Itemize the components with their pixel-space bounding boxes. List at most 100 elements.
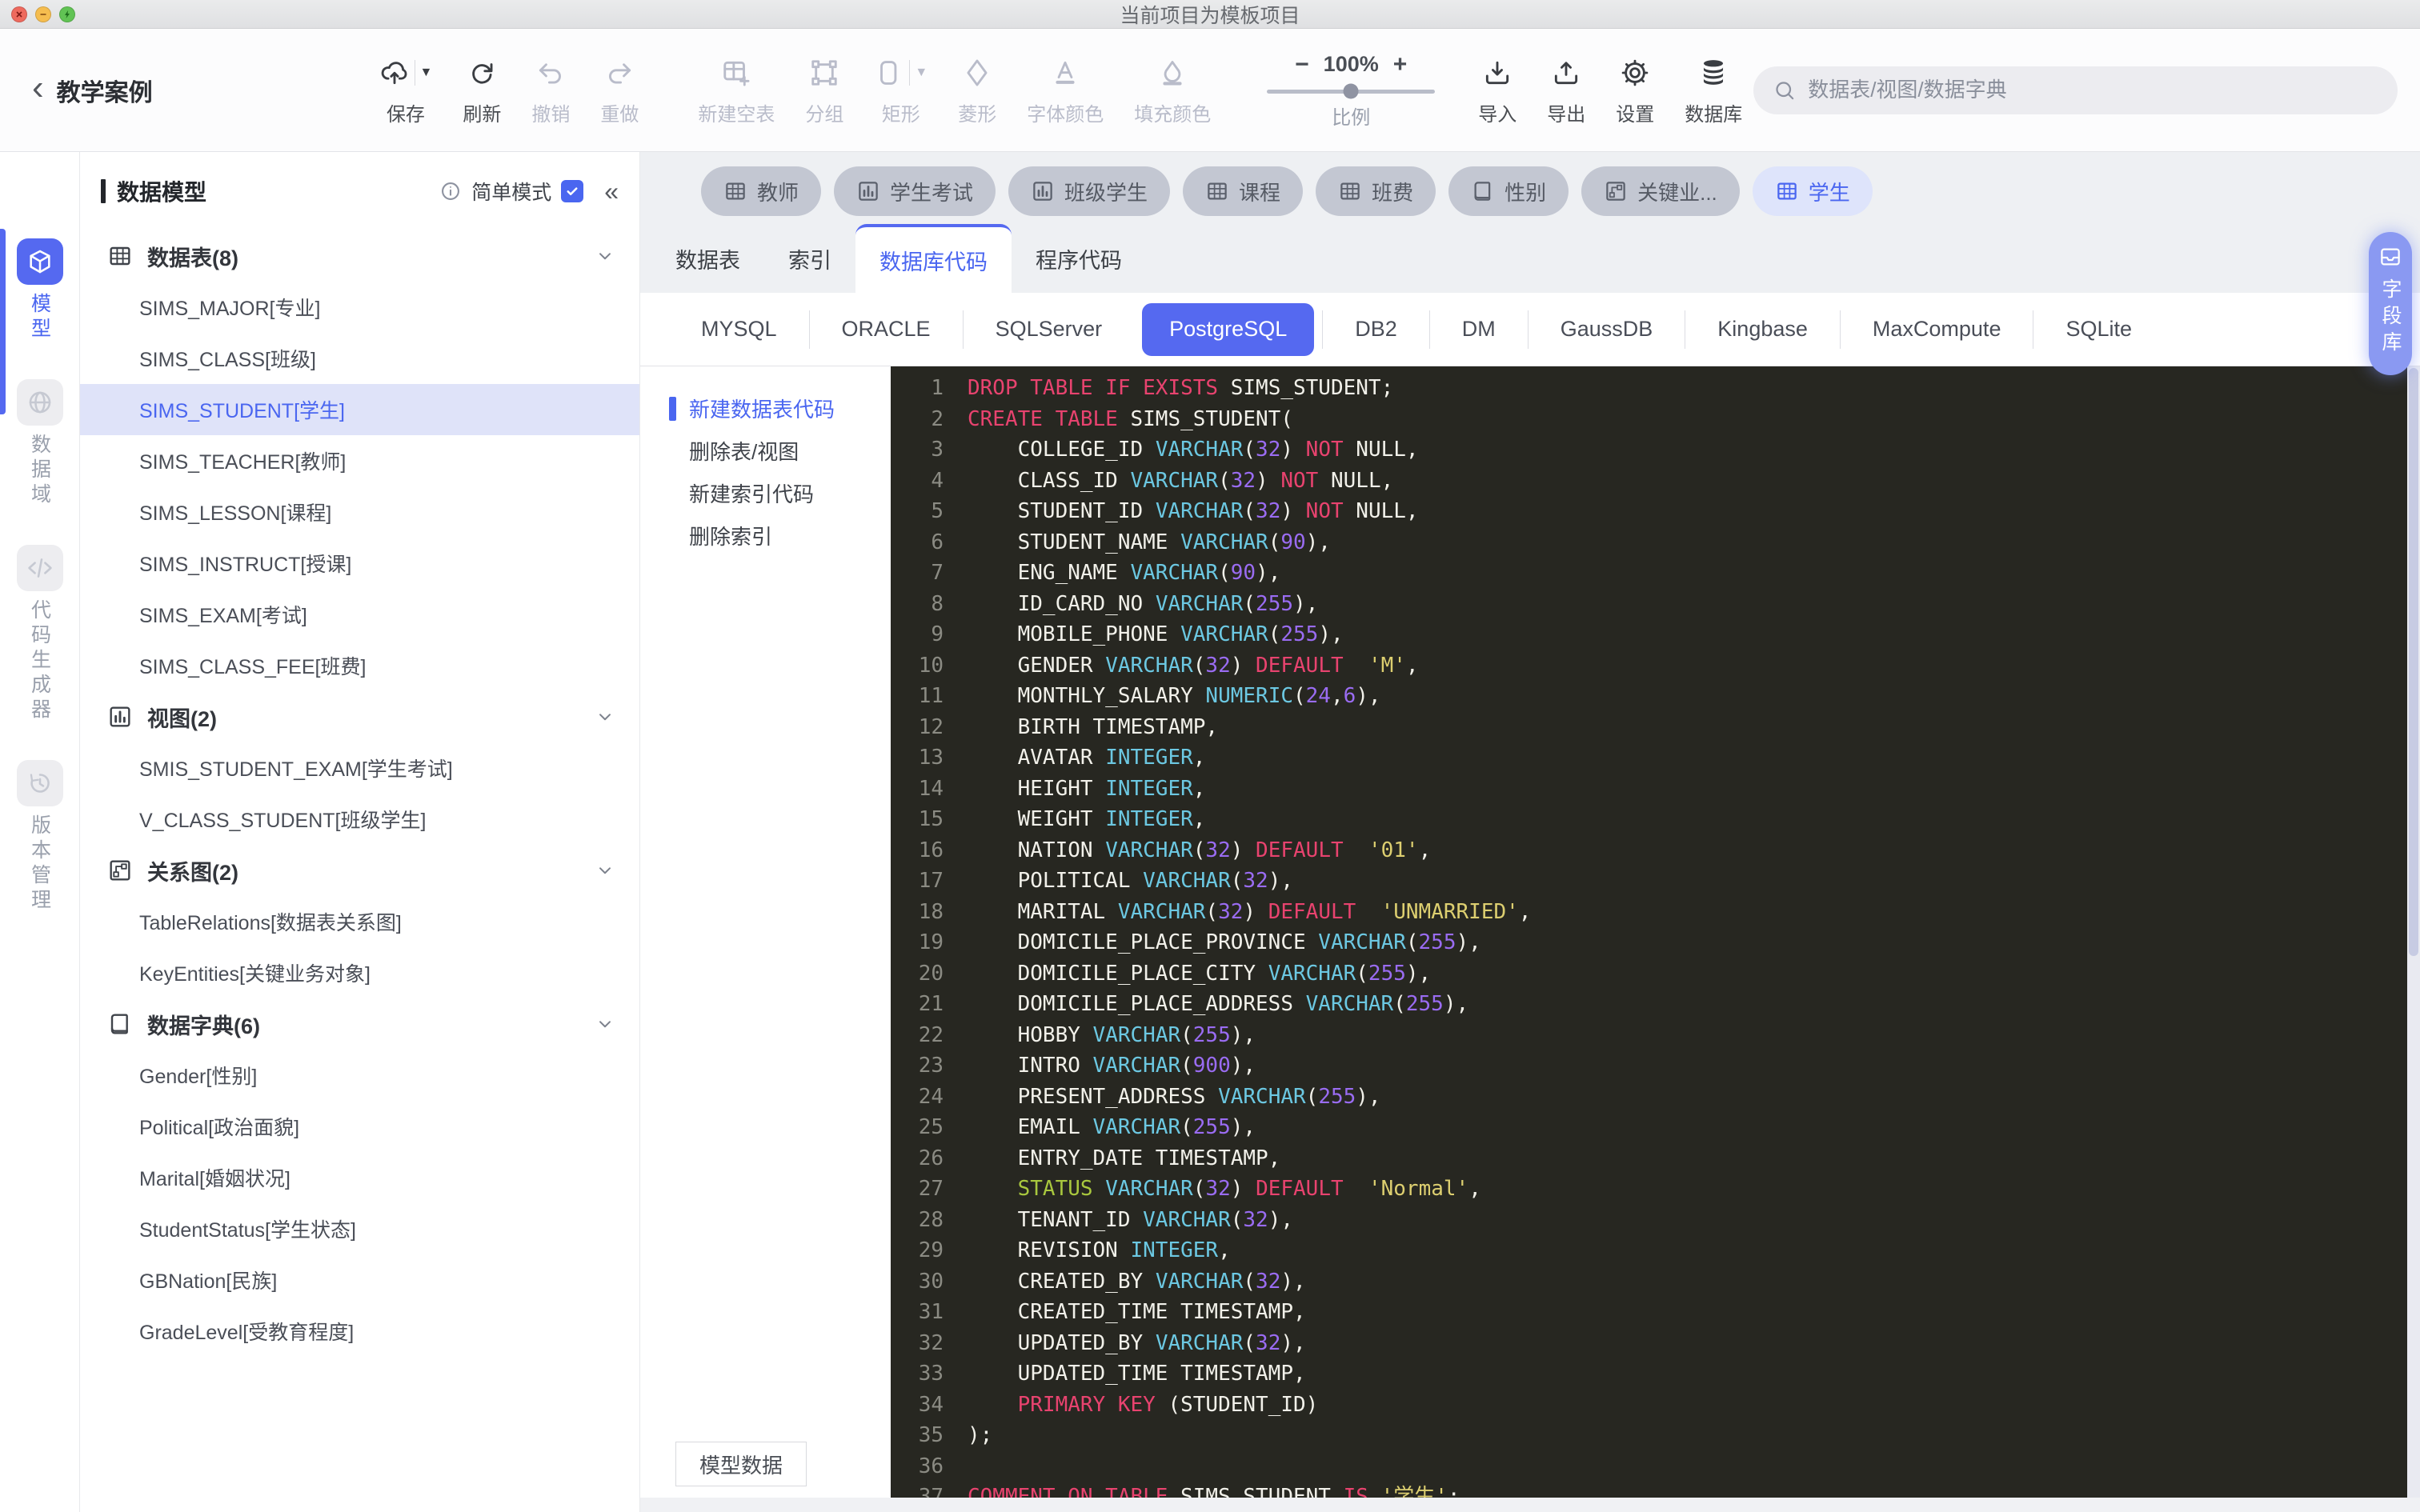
dialect-gaussdb[interactable]: GaussDB	[1527, 310, 1685, 349]
entity-tab-teacher[interactable]: 教师	[701, 166, 822, 216]
entity-tab-class-fee[interactable]: 班费	[1316, 166, 1436, 216]
group-button[interactable]: 分组	[794, 54, 855, 126]
sql-code-editor[interactable]: 1 DROP TABLE IF EXISTS SIMS_STUDENT; 2 CREA…	[891, 366, 2420, 1498]
settings-button[interactable]: 设置	[1605, 54, 1665, 126]
rail-item-model[interactable]: 模型	[0, 238, 79, 342]
tree-section-views[interactable]: 视图(2)	[80, 691, 639, 742]
chevron-down-icon[interactable]	[595, 860, 615, 881]
fill-color-label: 填充颜色	[1134, 104, 1212, 126]
tree-item[interactable]: SIMS_CLASS[班级]	[80, 333, 639, 384]
search-input[interactable]	[1808, 78, 2378, 102]
font-color-button[interactable]: 字体颜色	[1016, 54, 1115, 126]
entity-tab-key-entities[interactable]: 关键业...	[1581, 166, 1740, 216]
dialect-db2[interactable]: DB2	[1322, 310, 1429, 349]
tree-item[interactable]: Political[政治面貌]	[80, 1101, 639, 1152]
database-button[interactable]: 数据库	[1673, 54, 1753, 126]
code-line: 31 CREATED_TIME TIMESTAMP,	[891, 1297, 2420, 1328]
rail-item-version-management[interactable]: 版本管理	[0, 760, 79, 914]
editor-scrollbar[interactable]	[2407, 366, 2420, 1498]
back-button[interactable]: ‹ 教学案例	[32, 70, 368, 108]
refresh-button[interactable]: 刷新	[451, 54, 512, 126]
tree-item[interactable]: SIMS_EXAM[考试]	[80, 589, 639, 640]
save-button[interactable]: ▼ 保存	[368, 54, 444, 126]
entity-tab-label: 学生考试	[890, 180, 974, 205]
code-menu-drop-index[interactable]: 删除索引	[640, 514, 891, 557]
dialect-sqlite[interactable]: SQLite	[2033, 310, 2164, 349]
view-icon	[1031, 179, 1055, 203]
dialect-kingbase[interactable]: Kingbase	[1685, 310, 1840, 349]
zoom-out-button[interactable]: −	[1295, 51, 1309, 78]
new-empty-table-button[interactable]: 新建空表	[687, 54, 786, 126]
entity-tab-gender[interactable]: 性别	[1448, 166, 1569, 216]
export-button[interactable]: 导出	[1536, 54, 1597, 126]
tree-item[interactable]: SMIS_STUDENT_EXAM[学生考试]	[80, 742, 639, 794]
chevron-down-icon[interactable]	[595, 706, 615, 727]
tab-db-code[interactable]: 数据库代码	[855, 224, 1012, 293]
editor-scrollbar-thumb[interactable]	[2409, 368, 2418, 957]
entity-tab-class-student[interactable]: 班级学生	[1008, 166, 1171, 216]
bottom-strip	[640, 1498, 2420, 1512]
tree-section-relations[interactable]: 关系图(2)	[80, 845, 639, 896]
zoom-slider[interactable]	[1267, 83, 1436, 99]
line-number: 37	[918, 1485, 944, 1498]
import-button[interactable]: 导入	[1467, 54, 1528, 126]
entity-tab-lesson[interactable]: 课程	[1183, 166, 1304, 216]
simple-mode-checkbox[interactable]	[561, 180, 584, 202]
dropdown-caret-icon[interactable]: ▼	[420, 66, 433, 80]
tree-item[interactable]: SIMS_TEACHER[教师]	[80, 435, 639, 486]
field-library-button[interactable]: 字段库	[2369, 232, 2412, 375]
redo-button[interactable]: 重做	[589, 54, 650, 126]
table-icon	[107, 243, 133, 269]
dialect-maxcompute[interactable]: MaxCompute	[1839, 310, 2033, 349]
tree-item[interactable]: SIMS_STUDENT[学生]	[80, 384, 639, 435]
tree-item[interactable]: Gender[性别]	[80, 1050, 639, 1101]
tree-item[interactable]: V_CLASS_STUDENT[班级学生]	[80, 794, 639, 845]
zoom-in-button[interactable]: +	[1393, 51, 1408, 78]
code-line: 32 UPDATED_BY VARCHAR(32),	[891, 1328, 2420, 1359]
tree-item[interactable]: SIMS_INSTRUCT[授课]	[80, 538, 639, 589]
tab-index[interactable]: 索引	[764, 224, 855, 293]
code-menu-create-table-code[interactable]: 新建数据表代码	[640, 387, 891, 430]
tree-item[interactable]: StudentStatus[学生状态]	[80, 1203, 639, 1254]
tree-item[interactable]: TableRelations[数据表关系图]	[80, 896, 639, 947]
tree-item[interactable]: GBNation[民族]	[80, 1254, 639, 1306]
dialect-sqlserver[interactable]: SQLServer	[962, 310, 1135, 349]
tree-section-dictionaries[interactable]: 数据字典(6)	[80, 998, 639, 1050]
dialect-dm[interactable]: DM	[1428, 310, 1528, 349]
section-label: 数据字典(6)	[147, 1014, 260, 1038]
tree-item[interactable]: KeyEntities[关键业务对象]	[80, 947, 639, 998]
dialect-oracle[interactable]: ORACLE	[808, 310, 963, 349]
chevron-down-icon[interactable]	[595, 246, 615, 266]
tab-data-table[interactable]: 数据表	[651, 224, 764, 293]
tree-section-tables[interactable]: 数据表(8)	[80, 230, 639, 282]
tree-item[interactable]: GradeLevel[受教育程度]	[80, 1306, 639, 1357]
code-menu-drop-table-view[interactable]: 删除表/视图	[640, 430, 891, 472]
tab-program-code[interactable]: 程序代码	[1012, 224, 1146, 293]
collapse-panel-button[interactable]: «	[604, 178, 619, 204]
line-content: DOMICILE_PLACE_PROVINCE VARCHAR(255),	[968, 930, 1481, 954]
code-section-menu: 新建数据表代码 删除表/视图 新建索引代码 删除索引模型数据	[640, 366, 891, 1498]
chevron-down-icon[interactable]	[595, 1014, 615, 1034]
dialect-mysql[interactable]: MYSQL	[669, 310, 809, 349]
diamond-button[interactable]: 菱形	[947, 54, 1008, 126]
rail-item-code-generator[interactable]: 代码生成器	[0, 545, 79, 723]
entity-tab-student-exam[interactable]: 学生考试	[834, 166, 996, 216]
tree-item[interactable]: SIMS_LESSON[课程]	[80, 486, 639, 538]
undo-button[interactable]: 撤销	[520, 54, 581, 126]
line-number: 13	[918, 746, 944, 770]
rail-item-data-domain[interactable]: 数据域	[0, 379, 79, 508]
tree-item[interactable]: SIMS_MAJOR[专业]	[80, 282, 639, 333]
code-line: 36	[891, 1451, 2420, 1482]
zoom-slider-thumb[interactable]	[1343, 83, 1359, 99]
tree-item[interactable]: SIMS_CLASS_FEE[班费]	[80, 640, 639, 691]
dialect-postgresql[interactable]: PostgreSQL	[1142, 302, 1315, 356]
dropdown-caret-icon[interactable]: ▼	[915, 66, 928, 80]
entity-tab-student[interactable]: 学生	[1752, 166, 1873, 216]
rectangle-button[interactable]: ▼ 矩形	[863, 54, 939, 126]
tree-item[interactable]: Marital[婚姻状况]	[80, 1152, 639, 1203]
model-data-button[interactable]: 模型数据	[675, 1442, 807, 1486]
fill-color-button[interactable]: 填充颜色	[1123, 54, 1222, 126]
code-menu-create-index-code[interactable]: 新建索引代码	[640, 472, 891, 514]
toolbar-group-file: ▼ 保存 刷新 撤销 重做	[368, 54, 651, 126]
line-number: 36	[918, 1454, 944, 1478]
